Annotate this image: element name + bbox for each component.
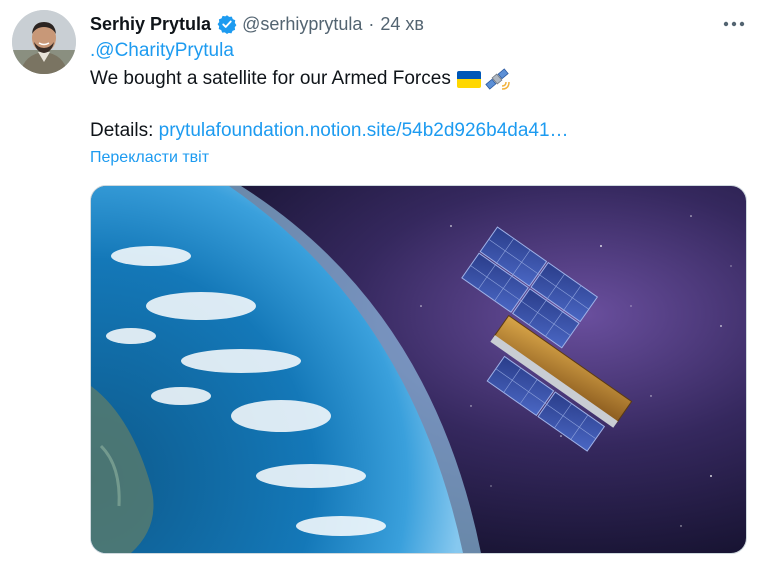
verified-badge-icon (217, 14, 237, 34)
translate-tweet-link[interactable]: Перекласти твіт (90, 149, 209, 167)
tweet-mention-line: .@CharityPrytula (90, 40, 234, 62)
more-options-icon[interactable] (716, 10, 752, 38)
author-name[interactable]: Serhiy Prytula (90, 14, 211, 35)
tweet-text-line: We bought a satellite for our Armed Forc… (90, 66, 510, 92)
tweet-media-image[interactable] (90, 185, 747, 554)
author-handle[interactable]: @serhiyprytula (242, 14, 362, 35)
avatar[interactable] (12, 10, 76, 74)
mention-link[interactable]: .@CharityPrytula (90, 40, 234, 61)
ukraine-flag-icon (456, 70, 481, 88)
details-link[interactable]: prytulafoundation.notion.site/54b2d926b4… (159, 120, 569, 141)
satellite-icon (484, 66, 510, 92)
tweet-details-line: Details: prytulafoundation.notion.site/5… (90, 120, 569, 142)
details-label: Details: (90, 120, 159, 141)
tweet-header: Serhiy Prytula @serhiyprytula · 24 хв (90, 12, 424, 36)
tweet[interactable]: Serhiy Prytula @serhiyprytula · 24 хв .@… (0, 0, 768, 564)
separator-dot: · (368, 13, 375, 34)
timestamp[interactable]: 24 хв (380, 14, 424, 35)
tweet-text: We bought a satellite for our Armed Forc… (90, 68, 451, 89)
